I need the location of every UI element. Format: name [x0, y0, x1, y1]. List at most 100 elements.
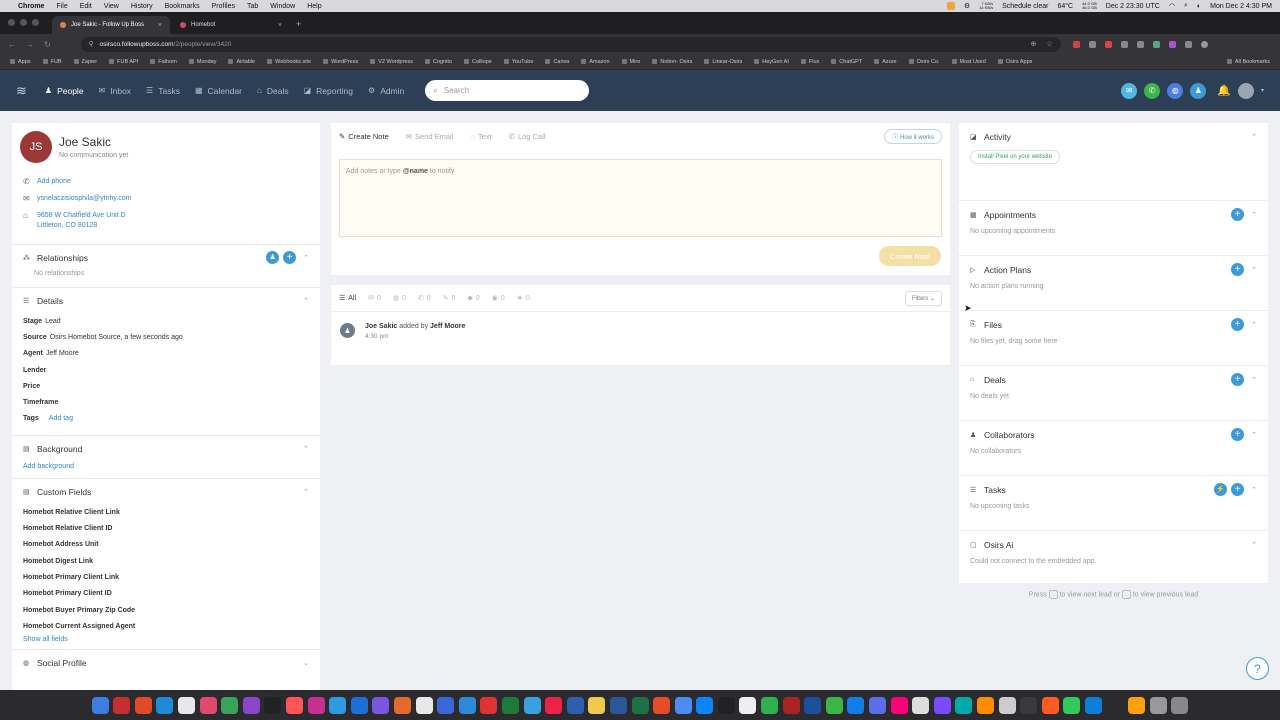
nav-reporting[interactable]: ◪ Reporting	[304, 86, 353, 96]
bookmark-item[interactable]: YouTube	[503, 59, 533, 65]
filter-chat[interactable]: ◆ 0	[467, 294, 479, 303]
filter-all[interactable]: ☰ All	[339, 294, 356, 303]
email-icon[interactable]: ✉	[1121, 82, 1138, 99]
nav-calendar[interactable]: ▦ Calendar	[195, 86, 242, 96]
dock-app-icon[interactable]	[696, 696, 714, 714]
extension-icon[interactable]	[1136, 40, 1144, 48]
bookmark-item[interactable]: Osirs Apps	[997, 59, 1032, 65]
dock-app-icon[interactable]	[782, 696, 800, 714]
add-appointments-button[interactable]: +	[1231, 208, 1245, 221]
dock-app-icon[interactable]	[566, 696, 584, 714]
forward-icon[interactable]: →	[26, 40, 34, 49]
custom-field[interactable]: Homebot Relative Client Link	[12, 504, 320, 520]
chevron-up-icon[interactable]: ⌃	[1251, 133, 1257, 141]
add-tasks-button[interactable]: +	[1231, 483, 1245, 496]
install-pixel-button[interactable]: Install Pixel on your website	[970, 150, 1061, 164]
action-plans-header[interactable]: ▷ Action Plans + ⌃	[959, 256, 1268, 283]
back-icon[interactable]: ←	[8, 40, 16, 49]
nav-admin[interactable]: ⚙ Admin	[368, 86, 404, 96]
dock-app-icon[interactable]	[113, 696, 131, 714]
tab-follow-up-boss[interactable]: Joe Sakic - Follow Up Boss ×	[52, 16, 170, 34]
custom-fields-header[interactable]: ▤ Custom Fields ⌃	[12, 478, 320, 504]
dock-app-icon[interactable]	[804, 696, 822, 714]
bookmark-item[interactable]: Apps	[10, 59, 31, 65]
menu-help[interactable]: Help	[307, 3, 321, 10]
chevron-up-icon[interactable]: ⌃	[303, 445, 309, 453]
link-person-button[interactable]: ♟	[266, 251, 280, 264]
dock-app-icon[interactable]	[998, 696, 1016, 714]
minimize-window-button[interactable]	[20, 19, 27, 26]
dock-app-icon[interactable]	[178, 696, 196, 714]
all-bookmarks[interactable]: All Bookmarks	[1226, 59, 1270, 65]
bookmark-item[interactable]: Airtable	[228, 59, 255, 65]
dock-app-icon[interactable]	[739, 696, 757, 714]
dock-app-icon[interactable]	[1063, 696, 1081, 714]
bookmark-item[interactable]: Webhooks.site	[267, 59, 311, 65]
bookmark-star-icon[interactable]: ☆	[1046, 40, 1052, 48]
help-button[interactable]: ?	[1246, 657, 1269, 680]
filters-button[interactable]: Filters ⌄	[904, 290, 942, 306]
dock-app-icon[interactable]	[761, 696, 779, 714]
chevron-up-icon[interactable]: ⌃	[303, 297, 309, 305]
schedule-status[interactable]: Schedule clear	[1002, 3, 1048, 10]
add-background-link[interactable]: Add background	[12, 461, 320, 478]
dock-app-icon[interactable]	[1171, 696, 1189, 714]
bookmark-item[interactable]: Cognito	[424, 59, 452, 65]
nav-people[interactable]: ♟ People	[45, 86, 84, 96]
bookmark-item[interactable]: Most Used	[951, 59, 986, 65]
profile-icon[interactable]	[1200, 40, 1208, 48]
dock-app-icon[interactable]	[523, 696, 541, 714]
add-deals-button[interactable]: +	[1231, 373, 1245, 386]
bookmark-item[interactable]: Fathom	[150, 59, 177, 65]
nav-inbox[interactable]: ✉ Inbox	[99, 86, 132, 96]
dock-app-icon[interactable]	[393, 696, 411, 714]
dock-app-icon[interactable]	[264, 696, 282, 714]
chevron-up-icon[interactable]: ⌃	[1251, 486, 1257, 494]
osirs-ai-header[interactable]: ▢ Osirs Ai ⌃	[959, 531, 1268, 558]
create-note-button[interactable]: Create Note	[879, 246, 941, 266]
maximize-window-button[interactable]	[32, 19, 39, 26]
filter-text[interactable]: ◍ 0	[393, 294, 406, 303]
extension-icon[interactable]	[1152, 40, 1160, 48]
menu-view[interactable]: View	[104, 3, 119, 10]
bookmark-item[interactable]: Linear-Osirs	[704, 59, 742, 65]
dock-app-icon[interactable]	[307, 696, 325, 714]
microphone-icon[interactable]	[946, 2, 955, 10]
wifi-icon[interactable]: ◠	[1169, 2, 1175, 10]
dock-app-icon[interactable]	[242, 696, 260, 714]
dock-app-icon[interactable]	[134, 696, 152, 714]
chevron-down-icon[interactable]: ▾	[1261, 87, 1264, 94]
custom-field[interactable]: Homebot Current Assigned Agent	[12, 618, 320, 634]
custom-field[interactable]: Homebot Relative Client ID	[12, 520, 320, 536]
new-tab-button[interactable]: +	[296, 19, 301, 29]
filter-star[interactable]: ★ 0	[517, 294, 530, 303]
chevron-up-icon[interactable]: ⌃	[1251, 376, 1257, 384]
bookmark-item[interactable]: Flux	[800, 59, 819, 65]
detail-row-agent[interactable]: Agent Jeff Moore	[12, 346, 320, 362]
bookmark-item[interactable]: FUB API	[109, 59, 138, 65]
activity-header[interactable]: ◪ Activity ⌃	[959, 123, 1268, 150]
fub-logo-icon[interactable]: ≋	[16, 83, 27, 99]
avatar[interactable]	[1237, 82, 1254, 99]
social-profile-header[interactable]: ◍ Social Profile ⌄	[12, 649, 320, 675]
bookmark-item[interactable]: Azure	[874, 59, 897, 65]
filter-email[interactable]: ✉ 0	[368, 294, 381, 303]
relationships-header[interactable]: ⁂ Relationships ♟ + ⌃	[12, 244, 320, 270]
dock-app-icon[interactable]	[674, 696, 692, 714]
zoom-icon[interactable]: ⊕	[1031, 40, 1037, 48]
chevron-up-icon[interactable]: ⌃	[1251, 211, 1257, 219]
tab-text[interactable]: ◌ Text	[470, 132, 491, 141]
menu-window[interactable]: Window	[270, 3, 295, 10]
bookmark-item[interactable]: Notion- Osirs	[652, 59, 692, 65]
close-window-button[interactable]	[8, 19, 15, 26]
dock-app-icon[interactable]	[545, 696, 563, 714]
menu-file[interactable]: File	[56, 3, 67, 10]
bookmark-item[interactable]: FUB	[42, 59, 62, 65]
detail-row-source[interactable]: Source Osirs Homebot Source, a few second…	[12, 329, 320, 345]
extension-icon[interactable]	[1168, 40, 1176, 48]
dock-app-icon[interactable]	[631, 696, 649, 714]
address-link[interactable]: 9658 W Chatfield Ave Unit D Littleton, CO…	[37, 211, 126, 231]
add-tag-link[interactable]: Add tag	[49, 415, 73, 422]
detail-row-timeframe[interactable]: Timeframe	[12, 394, 320, 410]
custom-field[interactable]: Homebot Address Unit	[12, 537, 320, 553]
